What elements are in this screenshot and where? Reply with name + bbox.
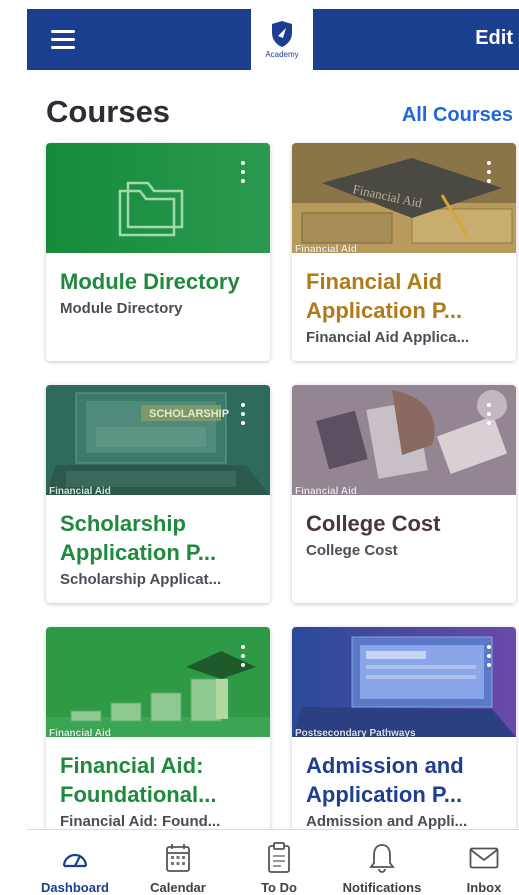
course-thumbnail: SCHOLARSHIP Financial Aid	[46, 385, 270, 495]
page-title: Courses	[46, 94, 171, 129]
nav-dashboard[interactable]: Dashboard	[25, 840, 125, 895]
more-options-icon[interactable]	[486, 403, 492, 429]
nav-todo[interactable]: To Do	[229, 840, 329, 895]
course-card[interactable]: Postsecondary Pathways Admission and App…	[292, 627, 516, 845]
course-subtitle: Scholarship Applicat...	[60, 571, 222, 588]
bell-icon	[332, 840, 432, 876]
more-options-icon[interactable]	[240, 645, 246, 671]
calendar-icon	[128, 840, 228, 876]
more-options-icon[interactable]	[486, 161, 492, 187]
course-category-tag: Financial Aid	[49, 728, 111, 737]
course-subtitle: Financial Aid Applica...	[306, 329, 470, 346]
course-category-tag: Postsecondary Pathways	[295, 728, 416, 737]
nav-label: Dashboard	[41, 880, 109, 895]
course-thumbnail	[46, 143, 270, 253]
course-card[interactable]: Financial Aid College Cost College Cost	[292, 385, 516, 603]
course-card[interactable]: SCHOLARSHIP Financial Aid Scholarship Ap…	[46, 385, 270, 603]
more-options-icon[interactable]	[240, 403, 246, 429]
course-title: College Cost	[306, 511, 441, 536]
course-category-tag: Financial Aid	[49, 486, 111, 495]
course-thumbnail: Financial Aid	[292, 385, 516, 495]
nav-notifications[interactable]: Notifications	[332, 840, 432, 895]
course-subtitle: Admission and Appli...	[306, 813, 468, 830]
academy-logo: Academy	[251, 9, 313, 70]
course-card[interactable]: Module Directory Module Directory	[46, 143, 270, 361]
hamburger-menu-icon[interactable]	[51, 30, 75, 50]
nav-label: To Do	[261, 880, 297, 895]
more-options-icon[interactable]	[486, 645, 492, 671]
course-card[interactable]: Financial Aid Financial Aid: Foundationa…	[46, 627, 270, 845]
course-title: Financial Aid: Foundational...	[60, 753, 217, 807]
app-header: Academy Edit	[27, 9, 519, 70]
nav-calendar[interactable]: Calendar	[128, 840, 228, 895]
svg-text:SCHOLARSHIP: SCHOLARSHIP	[149, 408, 229, 420]
envelope-icon	[434, 840, 519, 876]
course-thumbnail: Financial Aid Financial Aid	[292, 143, 516, 253]
course-thumbnail: Postsecondary Pathways	[292, 627, 516, 737]
shield-logo-icon	[272, 21, 292, 47]
course-title: Financial Aid Application P...	[306, 269, 463, 323]
course-subtitle: Financial Aid: Found...	[60, 813, 221, 830]
course-title: Admission and Application P...	[306, 753, 464, 807]
clipboard-icon	[229, 840, 329, 876]
course-subtitle: College Cost	[306, 542, 398, 559]
course-subtitle: Module Directory	[60, 300, 183, 317]
nav-label: Calendar	[150, 880, 206, 895]
nav-label: Notifications	[342, 880, 422, 895]
more-options-icon[interactable]	[240, 161, 246, 187]
course-category-tag: Financial Aid	[295, 244, 357, 253]
course-title: Scholarship Application P...	[60, 511, 217, 565]
logo-text: Academy	[265, 50, 299, 59]
course-card[interactable]: Financial Aid Financial Aid Financial Ai…	[292, 143, 516, 361]
edit-button[interactable]: Edit	[475, 27, 513, 50]
nav-inbox[interactable]: Inbox	[434, 840, 519, 895]
all-courses-link[interactable]: All Courses	[402, 104, 513, 127]
dashboard-gauge-icon	[25, 840, 125, 876]
bottom-navigation: Dashboard Calendar To Do Notifications I…	[27, 829, 519, 895]
course-category-tag: Financial Aid	[295, 486, 357, 495]
course-title: Module Directory	[60, 269, 240, 294]
course-thumbnail: Financial Aid	[46, 627, 270, 737]
nav-label: Inbox	[466, 880, 502, 895]
